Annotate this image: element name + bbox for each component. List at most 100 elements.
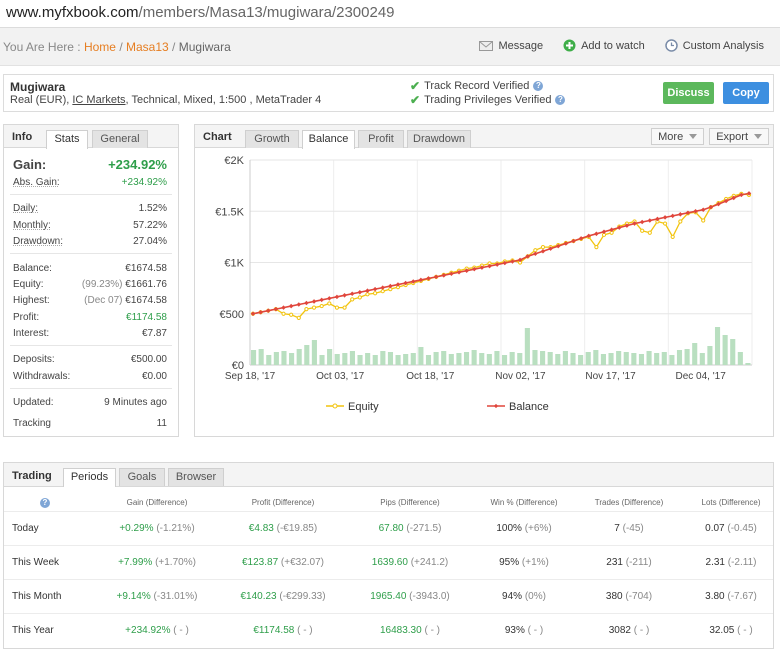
- help-icon[interactable]: ?: [40, 497, 50, 508]
- highest-value: €1674.58: [125, 295, 167, 306]
- table-header: ? Gain (Difference) Profit (Difference) …: [4, 494, 773, 511]
- balance-point: [357, 289, 363, 295]
- trades-difference: ( - ): [633, 625, 650, 636]
- cell-pips: 16483.30 ( - ): [345, 614, 475, 647]
- info-panel: Info Stats General Gain: +234.92% Abs. G…: [3, 124, 179, 437]
- profit-value: €4.83: [248, 523, 274, 534]
- abs-gain-value: +234.92%: [121, 177, 167, 188]
- monthly-value: 57.22%: [133, 220, 167, 231]
- updated-row: Updated: 9 Minutes ago: [13, 397, 167, 408]
- help-icon[interactable]: ?: [555, 95, 566, 105]
- interest-label: Interest:: [13, 328, 50, 339]
- abs-gain-label[interactable]: Abs. Gain:: [13, 177, 60, 188]
- clock-icon: [664, 39, 678, 52]
- equity-point: [647, 230, 652, 235]
- col-gain[interactable]: Gain (Difference): [92, 494, 222, 511]
- breadcrumb-current: Mugiwara: [178, 40, 231, 54]
- balance-point: [281, 305, 286, 310]
- x-tick-label: Nov 02, '17: [495, 371, 546, 382]
- url-bar[interactable]: www.myfxbook.com/members/Masa13/mugiwara…: [0, 0, 780, 28]
- tab-profit[interactable]: Profit: [358, 130, 404, 148]
- tab-general[interactable]: General: [92, 130, 148, 148]
- add-to-watch-button[interactable]: Add to watch: [563, 39, 645, 52]
- volume-bar: [669, 355, 675, 365]
- daily-label[interactable]: Daily:: [13, 203, 38, 214]
- chart-panel: Chart Growth Balance Profit Drawdown Mor…: [194, 124, 774, 437]
- monthly-row: Monthly: 57.22%: [13, 220, 167, 231]
- trades-difference: (-211): [625, 557, 652, 568]
- broker-link[interactable]: IC Markets: [72, 94, 125, 106]
- x-tick-label: Sep 18, '17: [225, 371, 276, 382]
- withdrawals-label: Withdrawals:: [13, 371, 71, 382]
- win-value: 93%: [504, 625, 525, 636]
- highest-row: Highest: (Dec 07) €1674.58: [13, 295, 167, 306]
- table-row: This Week +7.99% (+1.70%) €123.87 (+€32.07…: [4, 545, 773, 579]
- monthly-label[interactable]: Monthly:: [13, 220, 51, 231]
- breadcrumb-member[interactable]: Masa13: [126, 40, 169, 54]
- balance-point: [594, 231, 599, 237]
- custom-analysis-button[interactable]: Custom Analysis: [664, 39, 764, 52]
- tab-growth[interactable]: Growth: [245, 130, 299, 148]
- volume-bar: [387, 352, 394, 365]
- equity-point: [533, 248, 538, 253]
- deposits-value: €500.00: [130, 354, 167, 365]
- balance-point: [639, 219, 645, 225]
- interest-value: €7.87: [141, 328, 167, 339]
- check-icon: ✔: [410, 79, 421, 93]
- trading-tab-header: Trading Periods Goals Browser: [4, 463, 773, 487]
- page-actions: Message Add to watch Custom Analysis: [479, 39, 764, 52]
- col-pips[interactable]: Pips (Difference): [345, 494, 475, 511]
- volume-bar: [251, 350, 257, 365]
- col-lots[interactable]: Lots (Difference): [666, 494, 780, 511]
- profit-difference: ( - ): [297, 625, 313, 636]
- balance-chart[interactable]: €0€500€1K€1.5K€2KSep 18, '17 Oct 03, '17 O…: [195, 149, 773, 437]
- win-value: 94%: [502, 591, 523, 602]
- tab-goals[interactable]: Goals: [119, 468, 165, 486]
- balance-point: [601, 229, 607, 235]
- info-title: Info: [12, 131, 33, 143]
- drawdown-label[interactable]: Drawdown:: [13, 236, 63, 247]
- daily-value: 1.52%: [138, 203, 167, 214]
- volume-bar: [676, 350, 683, 365]
- period-label: This Week: [12, 557, 60, 568]
- equity-point: [311, 305, 317, 310]
- breadcrumb-home[interactable]: Home: [84, 40, 116, 54]
- gain-difference: (+1.70%): [155, 557, 196, 568]
- copy-button[interactable]: Copy: [723, 82, 769, 104]
- cell-pips: 67.80 (-271.5): [345, 512, 475, 545]
- volume-bar: [722, 335, 728, 365]
- tab-stats[interactable]: Stats: [46, 130, 88, 149]
- trades-difference: (-45): [622, 523, 644, 534]
- pips-difference: (-271.5): [406, 523, 442, 534]
- volume-bar: [517, 353, 523, 365]
- volume-bar: [311, 340, 317, 365]
- cell-gain: +7.99% (+1.70%): [92, 546, 222, 579]
- tab-browser[interactable]: Browser: [168, 468, 224, 486]
- volume-bar: [448, 354, 454, 365]
- table-row: This Year +234.92% ( - ) €1174.58 ( - ) 164…: [4, 613, 773, 647]
- tab-periods[interactable]: Periods: [63, 468, 116, 487]
- discuss-button[interactable]: Discuss: [663, 82, 714, 104]
- trades-value: 7: [614, 523, 620, 534]
- col-profit[interactable]: Profit (Difference): [218, 494, 348, 511]
- more-dropdown[interactable]: More: [651, 128, 705, 145]
- tab-drawdown[interactable]: Drawdown: [407, 130, 471, 148]
- volume-bar: [357, 355, 363, 365]
- volume-bar: [593, 350, 599, 365]
- tab-balance[interactable]: Balance: [302, 130, 355, 149]
- x-tick-label: Oct 18, '17: [406, 371, 454, 382]
- help-icon[interactable]: ?: [533, 81, 544, 91]
- message-button[interactable]: Message: [479, 39, 543, 52]
- cell-gain: +9.14% (-31.01%): [92, 580, 222, 613]
- drawdown-value: 27.04%: [133, 236, 167, 247]
- track-record-status: ✔ Track Record Verified ?: [410, 79, 544, 93]
- export-dropdown[interactable]: Export: [709, 128, 769, 145]
- balance-point: [662, 215, 668, 220]
- gain-difference: ( - ): [173, 625, 189, 636]
- breadcrumb: You Are Here : Home / Masa13 / Mugiwara: [3, 40, 231, 54]
- chevron-down-icon: [689, 134, 698, 139]
- balance-point: [380, 285, 385, 290]
- equity-row: Equity: (99.23%) €1661.76: [13, 279, 167, 290]
- equity-point: [327, 301, 332, 306]
- updated-label: Updated:: [13, 397, 54, 408]
